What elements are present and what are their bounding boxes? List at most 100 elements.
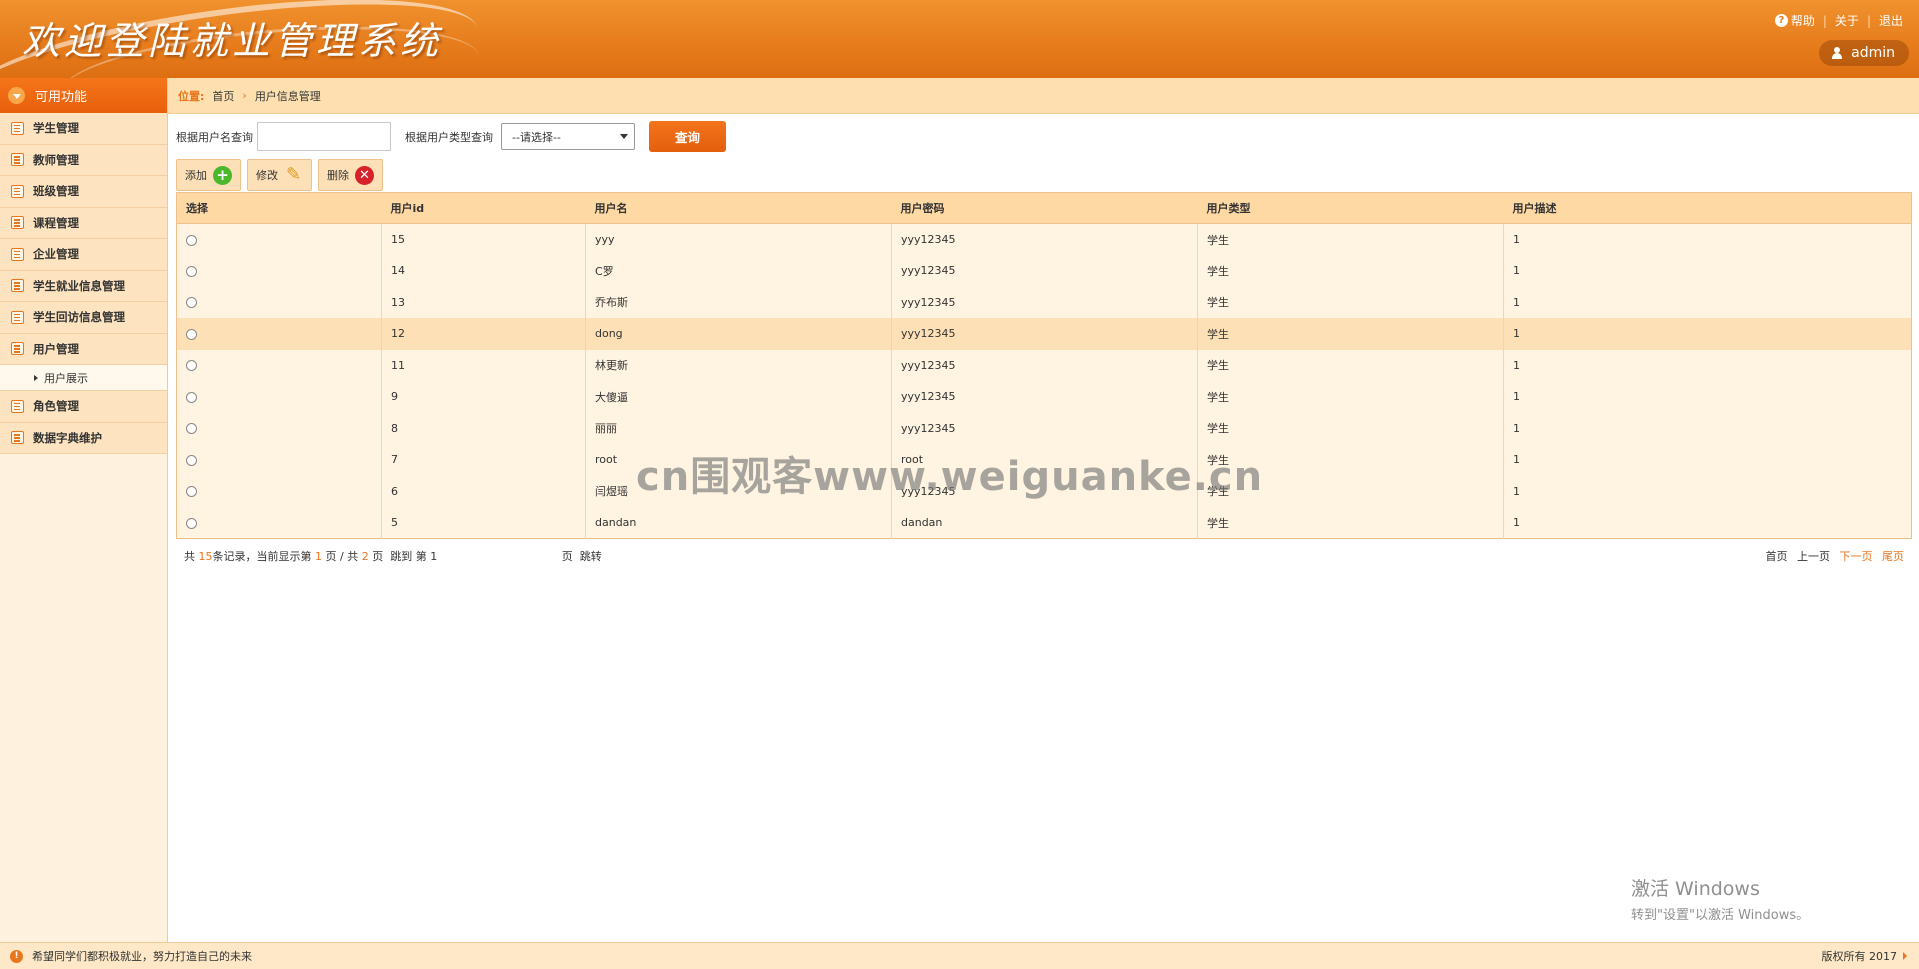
row-radio[interactable]: [186, 265, 197, 277]
cell-password: yyy12345: [891, 255, 1198, 287]
cell-password: yyy12345: [891, 286, 1198, 318]
caret-right-icon: [1903, 952, 1907, 960]
column-header-name: 用户名: [585, 192, 892, 224]
sidebar-item-user[interactable]: 用户管理: [0, 333, 167, 365]
list-icon: [11, 121, 24, 135]
breadcrumb-label: 位置:: [178, 89, 205, 103]
breadcrumb-home[interactable]: 首页: [212, 88, 234, 104]
table-row[interactable]: 8 丽丽 yyy12345 学生 1: [176, 412, 1912, 444]
table-row[interactable]: 13 乔布斯 yyy12345 学生 1: [176, 286, 1912, 318]
separator: |: [1866, 13, 1871, 28]
sidebar-item-label: 用户管理: [33, 341, 79, 356]
about-link[interactable]: 关于: [1835, 12, 1859, 29]
cell-desc: 1: [1503, 318, 1912, 350]
list-icon: [11, 310, 24, 324]
sidebar-item-student[interactable]: 学生管理: [0, 113, 167, 145]
cell-desc: 1: [1503, 444, 1912, 476]
column-header-select: 选择: [176, 192, 382, 224]
user-badge[interactable]: admin: [1819, 40, 1909, 66]
last-page-link[interactable]: 尾页: [1882, 550, 1904, 563]
list-icon: [11, 216, 24, 230]
row-radio[interactable]: [186, 391, 197, 403]
sidebar-item-course[interactable]: 课程管理: [0, 207, 167, 239]
add-button[interactable]: 添加 +: [176, 159, 241, 191]
sidebar-item-label: 学生管理: [33, 121, 79, 136]
table-row[interactable]: 12 dong yyy12345 学生 1: [176, 318, 1912, 350]
cell-desc: 1: [1503, 349, 1912, 381]
list-icon: [11, 153, 24, 167]
plus-icon: +: [213, 165, 232, 185]
table-row[interactable]: 15 yyy yyy12345 学生 1: [176, 223, 1912, 255]
close-icon: ✕: [355, 165, 374, 185]
header: 欢迎登陆就业管理系统 ? 帮助 | 关于 | 退出 admin: [0, 0, 1919, 78]
row-radio[interactable]: [186, 360, 197, 372]
list-icon: [11, 342, 24, 356]
help-link[interactable]: ? 帮助: [1774, 12, 1815, 29]
footer-copyright: 版权所有 2017: [1821, 950, 1898, 963]
cell-desc: 1: [1503, 412, 1912, 444]
table-row[interactable]: 14 C罗 yyy12345 学生 1: [176, 255, 1912, 287]
usertype-select[interactable]: --请选择--: [501, 123, 635, 150]
sidebar-heading[interactable]: 可用功能: [0, 78, 167, 113]
cell-type: 学生: [1197, 349, 1504, 381]
watermark: cn围观客www.weiguanke.cn: [636, 454, 1264, 500]
edit-button[interactable]: 修改 ✎: [247, 159, 312, 191]
row-radio[interactable]: [186, 297, 197, 309]
sidebar-item-label: 角色管理: [33, 399, 79, 414]
table-row[interactable]: 5 dandan dandan 学生 1: [176, 507, 1912, 539]
pager-total-pages: 2: [361, 550, 369, 563]
sidebar-item-company[interactable]: 企业管理: [0, 239, 167, 271]
username-search-label: 根据用户名查询: [176, 130, 253, 144]
pager-jump-button[interactable]: 跳转: [580, 550, 602, 563]
next-page-link[interactable]: 下一页: [1840, 550, 1873, 563]
sidebar-subitem-label: 用户展示: [44, 371, 88, 385]
first-page-link[interactable]: 首页: [1766, 550, 1788, 563]
sidebar-item-role[interactable]: 角色管理: [0, 391, 167, 423]
footer: ! 希望同学们都积极就业，努力打造自己的未来 版权所有 2017: [0, 942, 1919, 969]
pagination-links: 首页 上一页 下一页 尾页: [1760, 548, 1905, 564]
row-radio[interactable]: [186, 234, 197, 246]
cell-password: yyy12345: [891, 349, 1198, 381]
sidebar-item-followup[interactable]: 学生回访信息管理: [0, 302, 167, 334]
cell-password: yyy12345: [891, 412, 1198, 444]
query-button[interactable]: 查询: [649, 121, 726, 152]
pager-text: 页: [561, 550, 573, 563]
row-radio[interactable]: [186, 423, 197, 435]
cell-password: yyy12345: [891, 381, 1198, 413]
pager-current-page: 1: [315, 550, 322, 563]
sidebar-item-label: 数据字典维护: [33, 430, 102, 445]
cell-desc: 1: [1503, 475, 1912, 507]
row-radio[interactable]: [186, 454, 197, 466]
cell-id: 5: [381, 507, 586, 539]
sidebar-item-class[interactable]: 班级管理: [0, 176, 167, 208]
row-radio[interactable]: [186, 486, 197, 498]
sidebar-item-employment[interactable]: 学生就业信息管理: [0, 270, 167, 302]
sidebar-item-dictionary[interactable]: 数据字典维护: [0, 422, 167, 454]
prev-page-link[interactable]: 上一页: [1797, 550, 1830, 563]
delete-button[interactable]: 删除 ✕: [318, 159, 383, 191]
usertype-select-value: --请选择--: [512, 130, 561, 144]
column-header-id: 用户id: [381, 192, 586, 224]
table-row[interactable]: 9 大傻逼 yyy12345 学生 1: [176, 381, 1912, 413]
activation-subtitle: 转到"设置"以激活 Windows。: [1631, 908, 1810, 923]
windows-activation-notice: 激活 Windows 转到"设置"以激活 Windows。: [1631, 874, 1809, 923]
column-header-desc: 用户描述: [1503, 192, 1912, 224]
row-radio[interactable]: [186, 328, 197, 340]
sidebar-subitem-user-display[interactable]: 用户展示: [0, 365, 167, 391]
help-icon: ?: [1774, 14, 1788, 27]
row-radio[interactable]: [186, 517, 197, 529]
cell-id: 8: [381, 412, 586, 444]
cell-desc: 1: [1503, 223, 1912, 255]
cell-type: 学生: [1197, 412, 1504, 444]
pager-text: 共: [184, 550, 195, 563]
cell-desc: 1: [1503, 286, 1912, 318]
username-search-input[interactable]: [257, 122, 391, 151]
pager-jump-input[interactable]: 1: [430, 550, 558, 563]
cell-id: 6: [381, 475, 586, 507]
cell-name: dong: [585, 318, 892, 350]
cell-id: 13: [381, 286, 586, 318]
logout-link[interactable]: 退出: [1879, 12, 1903, 29]
cell-password: dandan: [891, 507, 1198, 539]
table-row[interactable]: 11 林更新 yyy12345 学生 1: [176, 349, 1912, 381]
sidebar-item-teacher[interactable]: 教师管理: [0, 144, 167, 176]
